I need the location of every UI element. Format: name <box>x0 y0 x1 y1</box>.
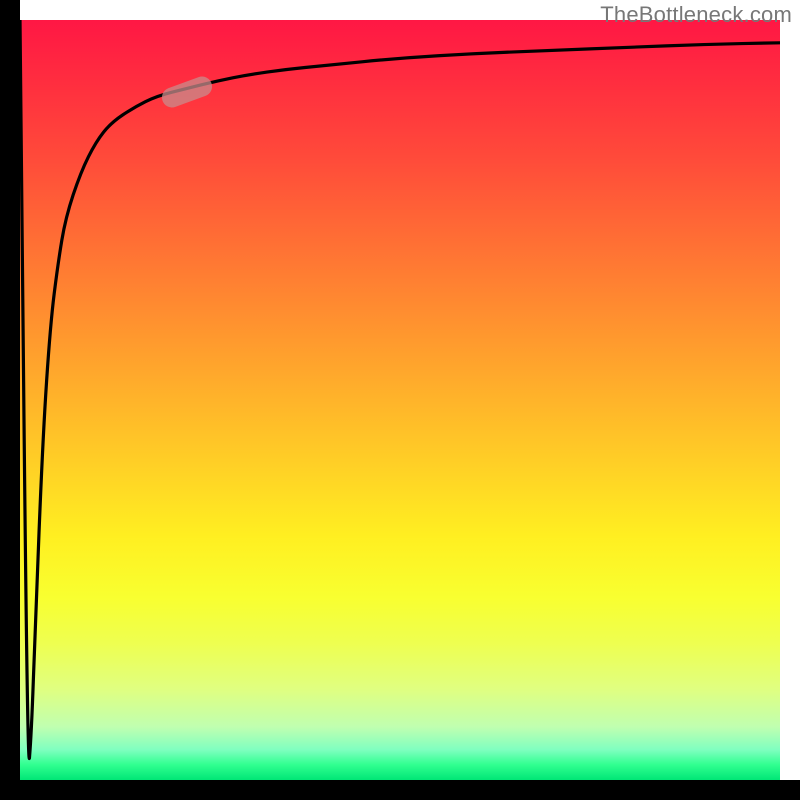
y-axis <box>0 0 20 780</box>
x-axis <box>0 780 800 800</box>
watermark-text: TheBottleneck.com <box>600 2 792 28</box>
gradient-background <box>20 20 780 780</box>
plot-area <box>20 20 780 780</box>
chart-container: TheBottleneck.com <box>0 0 800 800</box>
